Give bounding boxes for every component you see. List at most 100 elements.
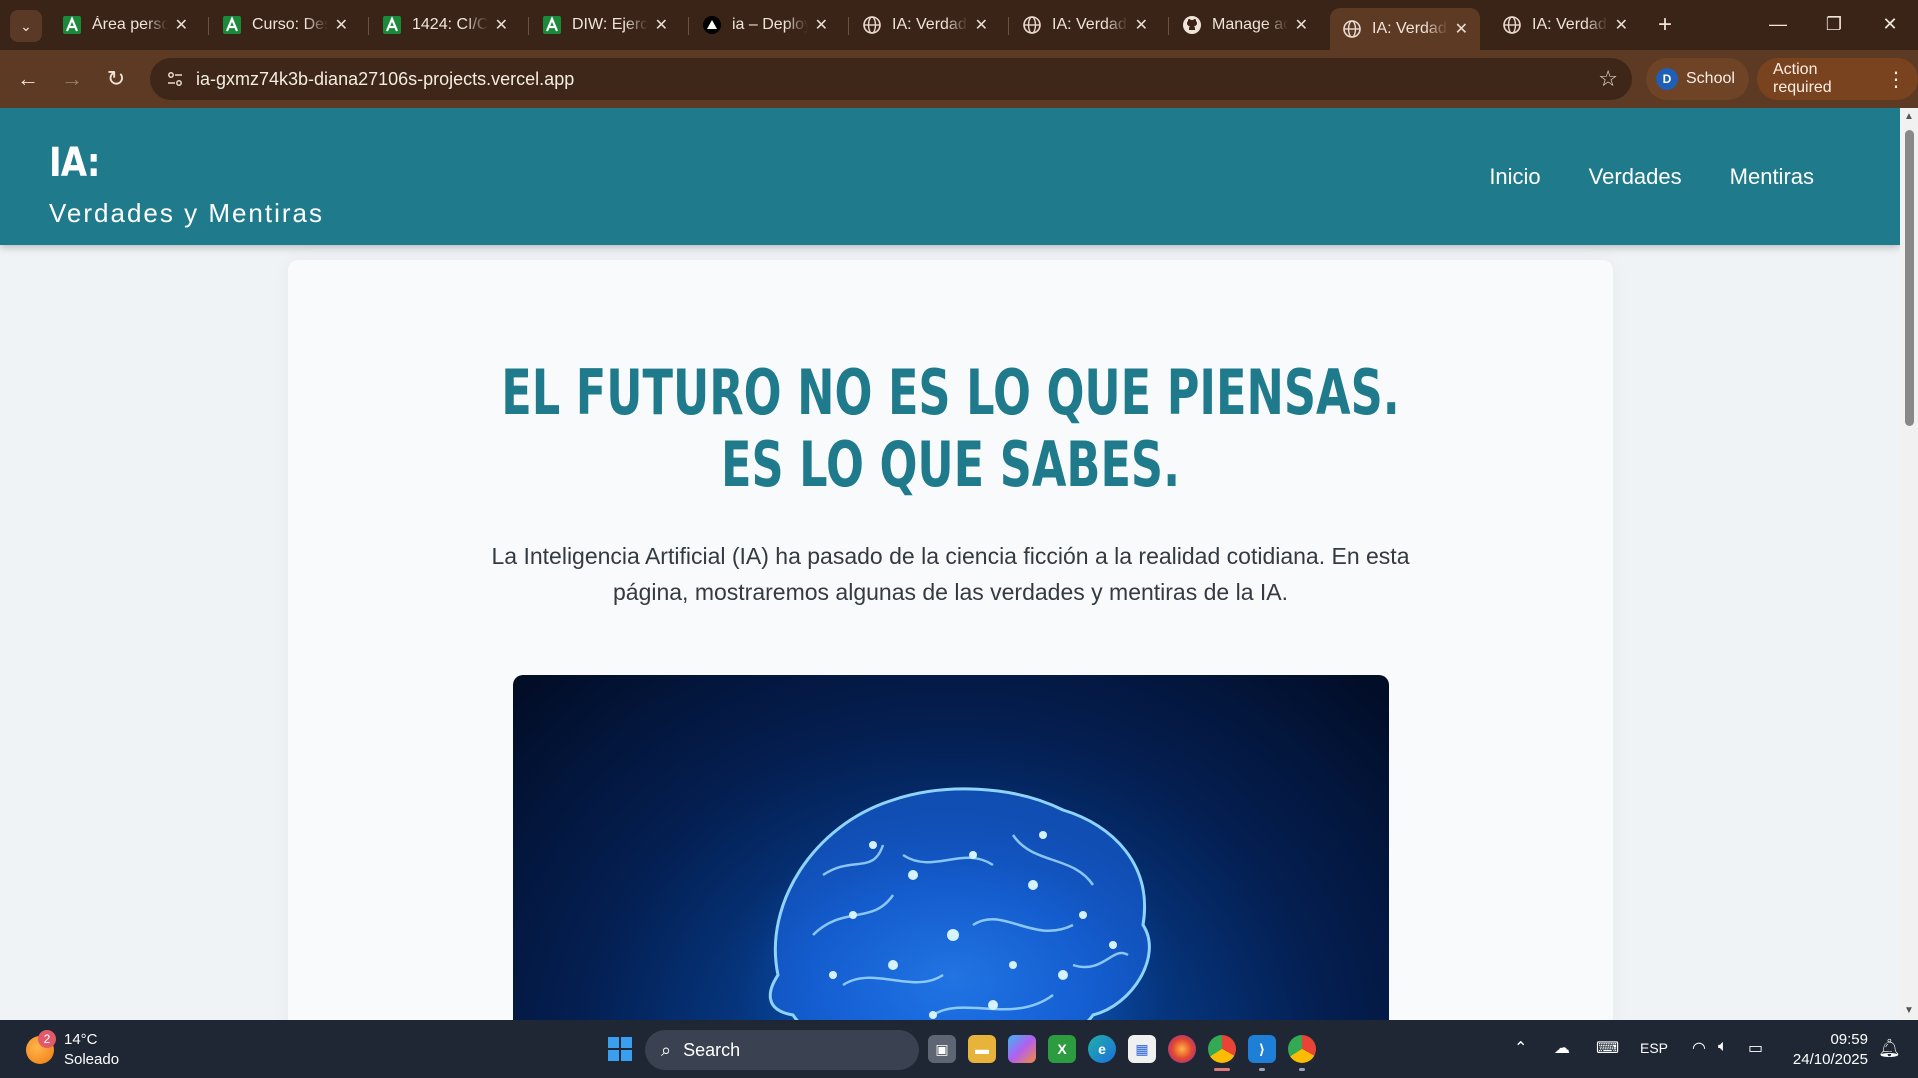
- close-tab-icon[interactable]: ✕: [1135, 15, 1148, 35]
- scrollbar-thumb[interactable]: [1905, 130, 1914, 426]
- chevron-up-icon[interactable]: ⌃: [1514, 1038, 1527, 1058]
- tab-title: Área personal: [92, 16, 168, 33]
- browser-tab[interactable]: DIW: Ejercicio ✕: [530, 8, 680, 42]
- page-viewport: IA: Verdades y Mentiras Inicio Verdades …: [0, 108, 1918, 1020]
- tab-title: Curso: Desarrollo: [252, 16, 328, 33]
- chevron-down-icon: ⌄: [20, 17, 32, 34]
- back-button[interactable]: ←: [12, 63, 44, 95]
- close-tab-icon[interactable]: ✕: [1455, 19, 1468, 39]
- firefox-icon[interactable]: [1168, 1035, 1196, 1063]
- globe-icon: [1022, 15, 1042, 35]
- weather-widget[interactable]: 2 14°C Soleado: [26, 1030, 119, 1070]
- task-view-icon[interactable]: ▣: [928, 1035, 956, 1063]
- browser-tab[interactable]: Manage access ✕: [1170, 8, 1320, 42]
- aeducar-A-icon: [222, 15, 242, 35]
- input-language[interactable]: ESP: [1640, 1040, 1668, 1056]
- browser-tab[interactable]: Curso: Desarrollo ✕: [210, 8, 360, 42]
- close-tab-icon[interactable]: ✕: [655, 15, 668, 35]
- close-icon: ✕: [1882, 13, 1898, 34]
- scroll-down-icon[interactable]: ▼: [1904, 1006, 1914, 1016]
- action-required-button[interactable]: Action required ⋮: [1757, 58, 1918, 100]
- profile-button[interactable]: D School: [1646, 58, 1749, 100]
- browser-tab[interactable]: ia – Deployment ✕: [690, 8, 840, 42]
- start-button[interactable]: [608, 1037, 632, 1061]
- browser-tab[interactable]: IA: Verdades ✕: [850, 8, 1000, 42]
- site-header: IA: Verdades y Mentiras Inicio Verdades …: [0, 108, 1900, 245]
- globe-icon: [1342, 19, 1362, 39]
- nav-link-mentiras[interactable]: Mentiras: [1730, 164, 1814, 190]
- clock-date: 24/10/2025: [1792, 1051, 1868, 1068]
- nav-link-inicio[interactable]: Inicio: [1489, 164, 1540, 190]
- close-tab-icon[interactable]: ✕: [175, 15, 188, 35]
- browser-tab[interactable]: 1424: CI/CD ✕: [370, 8, 520, 42]
- new-tab-button[interactable]: +: [1650, 10, 1680, 40]
- keyboard-icon[interactable]: ⌨: [1596, 1038, 1619, 1058]
- tab-strip: ⌄ Área personal ✕ Curso: Desarrollo ✕ 14…: [0, 0, 1918, 50]
- address-bar[interactable]: ia-gxmz74k3b-diana27106s-projects.vercel…: [150, 58, 1632, 100]
- forward-button[interactable]: →: [56, 63, 88, 95]
- cloud-off-icon[interactable]: ☁: [1554, 1038, 1570, 1058]
- reload-button[interactable]: ↻: [100, 63, 132, 95]
- page-scrollbar[interactable]: ▲ ▼: [1900, 108, 1918, 1020]
- browser-tab[interactable]: IA: Verdades ✕: [1010, 8, 1160, 42]
- file-explorer-icon[interactable]: ▬: [968, 1035, 996, 1063]
- kebab-menu-icon[interactable]: ⋮: [1886, 67, 1906, 92]
- close-tab-icon[interactable]: ✕: [975, 15, 988, 35]
- browser-tab[interactable]: IA: Verdades ✕: [1490, 8, 1640, 42]
- close-window-button[interactable]: ✕: [1870, 8, 1910, 40]
- tab-title: DIW: Ejercicio: [572, 16, 648, 33]
- site-logo[interactable]: IA:: [49, 140, 100, 186]
- minimize-button[interactable]: —: [1758, 8, 1798, 40]
- taskbar-search[interactable]: ⌕ Search: [645, 1030, 919, 1070]
- close-tab-icon[interactable]: ✕: [815, 15, 828, 35]
- vercel-icon: [702, 15, 722, 35]
- tab-title: IA: Verdades: [1372, 20, 1448, 37]
- volume-icon[interactable]: 🔈︎: [1718, 1038, 1728, 1056]
- tab-title: IA: Verdades: [1532, 16, 1608, 33]
- reload-icon: ↻: [106, 66, 126, 91]
- xbox-icon[interactable]: X: [1048, 1035, 1076, 1063]
- tab-title: 1424: CI/CD: [412, 16, 488, 33]
- copilot-icon[interactable]: [1008, 1035, 1036, 1063]
- close-tab-icon[interactable]: ✕: [335, 15, 348, 35]
- close-tab-icon[interactable]: ✕: [495, 15, 508, 35]
- hero-title-line-2: ES LO QUE SABES.: [720, 428, 1181, 501]
- profile-label: School: [1686, 70, 1735, 87]
- weather-desc: Soleado: [64, 1051, 120, 1068]
- url-text[interactable]: ia-gxmz74k3b-diana27106s-projects.vercel…: [196, 69, 574, 90]
- chrome-icon[interactable]: [1288, 1035, 1316, 1071]
- minimize-icon: —: [1769, 13, 1787, 34]
- hero-title-line-1: EL FUTURO NO ES LO QUE PIENSAS.: [501, 356, 1400, 429]
- vscode-icon[interactable]: ⟩: [1248, 1035, 1276, 1071]
- brain-illustration: [723, 787, 1183, 1020]
- edge-icon[interactable]: e: [1088, 1035, 1116, 1063]
- bookmark-star-icon[interactable]: ☆: [1598, 66, 1618, 92]
- scroll-up-icon[interactable]: ▲: [1904, 112, 1914, 122]
- aeducar-A-icon: [62, 15, 82, 35]
- browser-tab-active[interactable]: IA: Verdades ✕: [1330, 8, 1480, 50]
- close-tab-icon[interactable]: ✕: [1615, 15, 1628, 35]
- chrome-dev-icon[interactable]: [1208, 1035, 1236, 1071]
- battery-icon[interactable]: ▭: [1748, 1038, 1763, 1058]
- main-nav: Inicio Verdades Mentiras: [1489, 164, 1814, 190]
- tab-search-button[interactable]: ⌄: [10, 10, 42, 42]
- restore-button[interactable]: ❐: [1814, 8, 1854, 40]
- wifi-icon[interactable]: ◠: [1692, 1038, 1706, 1058]
- aeducar-A-icon: [542, 15, 562, 35]
- close-tab-icon[interactable]: ✕: [1295, 15, 1308, 35]
- store-icon[interactable]: ▦: [1128, 1035, 1156, 1063]
- notification-bell-icon[interactable]: 🔔︎: [1878, 1038, 1901, 1059]
- site-info-icon[interactable]: [164, 68, 186, 90]
- site-subtitle: Verdades y Mentiras: [49, 198, 325, 228]
- brain-image: [513, 675, 1389, 1020]
- globe-icon: [1502, 15, 1522, 35]
- hero-card: EL FUTURO NO ES LO QUE PIENSAS. ES LO QU…: [288, 260, 1613, 1020]
- browser-tab[interactable]: Área personal ✕: [50, 8, 200, 42]
- github-icon: [1182, 15, 1202, 35]
- avatar: D: [1656, 68, 1678, 90]
- nav-link-verdades[interactable]: Verdades: [1589, 164, 1682, 190]
- plus-icon: +: [1657, 11, 1672, 38]
- search-icon: ⌕: [661, 1039, 672, 1060]
- weather-temp: 14°C: [64, 1031, 98, 1048]
- system-clock[interactable]: 09:59 24/10/2025: [1788, 1030, 1868, 1070]
